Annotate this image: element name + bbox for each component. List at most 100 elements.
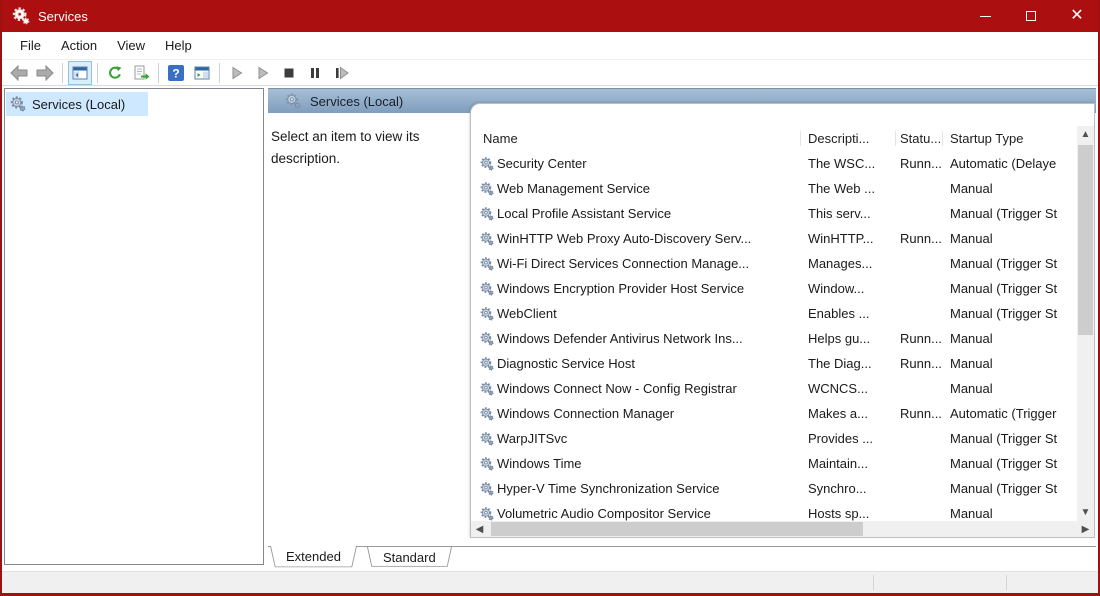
tab-extended[interactable]: Extended [270,546,357,570]
maximize-button[interactable] [1008,0,1054,32]
close-button[interactable]: ✕ [1054,0,1100,32]
service-name: Windows Time [497,456,582,471]
title-bar[interactable]: Services ✕ [0,0,1100,32]
service-gear-icon [480,432,494,446]
stop-service-icon [282,66,296,80]
scroll-right-icon[interactable]: ▶ [1077,521,1094,537]
service-name: Diagnostic Service Host [497,356,635,371]
vertical-scroll-thumb[interactable] [1078,145,1093,335]
service-row[interactable]: Windows Connect Now - Config Registrar W… [471,376,1077,401]
service-row[interactable]: Diagnostic Service Host The Diag... Runn… [471,351,1077,376]
service-row[interactable]: Windows Time Maintain... Manual (Trigger… [471,451,1077,476]
service-row[interactable]: Windows Connection Manager Makes a... Ru… [471,401,1077,426]
view-tabs: Extended Standard [268,546,1096,572]
service-row[interactable]: Web Management Service The Web ... Manua… [471,176,1077,201]
horizontal-scroll-thumb[interactable] [491,522,863,536]
show-console-tree-icon [72,65,88,81]
status-bar-separator [1006,575,1007,590]
close-icon: ✕ [1070,8,1083,24]
services-list-panel: Name Descripti... Statu... Startup Type … [470,103,1095,538]
column-header-name[interactable]: Name [471,131,801,146]
restart-service-button[interactable] [329,61,353,85]
resume-service-button[interactable] [251,61,275,85]
tree-item-services-local[interactable]: Services (Local) [6,92,148,116]
service-startup-type: Manual (Trigger St [943,431,1077,446]
toolbar-separator [219,63,220,83]
service-row[interactable]: Wi-Fi Direct Services Connection Manage.… [471,251,1077,276]
toolbar: ? [2,59,1098,86]
service-row[interactable]: Windows Defender Antivirus Network Ins..… [471,326,1077,351]
svg-text:?: ? [172,66,179,80]
export-list-button[interactable] [129,61,153,85]
forward-button[interactable] [33,61,57,85]
pause-service-icon [308,66,322,80]
service-startup-type: Manual (Trigger St [943,206,1077,221]
help-button[interactable]: ? [164,61,188,85]
service-row[interactable]: WebClient Enables ... Manual (Trigger St [471,301,1077,326]
service-row[interactable]: Windows Encryption Provider Host Service… [471,276,1077,301]
service-startup-type: Manual [943,381,1077,396]
start-service-button[interactable] [225,61,249,85]
menu-action[interactable]: Action [51,34,107,57]
service-description: The WSC... [801,156,896,171]
service-gear-icon [480,207,494,221]
service-gear-icon [480,382,494,396]
services-window: Services ✕ File Action View Help [0,0,1100,596]
resume-service-icon [256,66,270,80]
service-name: WarpJITSvc [497,431,567,446]
service-startup-type: Automatic (Delaye [943,156,1077,171]
service-row[interactable]: Hyper-V Time Synchronization Service Syn… [471,476,1077,501]
service-row[interactable]: Local Profile Assistant Service This ser… [471,201,1077,226]
toolbar-separator [97,63,98,83]
menu-file[interactable]: File [10,34,51,57]
service-gear-icon [480,257,494,271]
pane-header-gear-icon [285,93,301,109]
service-description: Makes a... [801,406,896,421]
service-status: Runn... [896,156,943,171]
horizontal-scrollbar[interactable]: ◀ ▶ [471,521,1094,537]
pause-service-button[interactable] [303,61,327,85]
service-description: Synchro... [801,481,896,496]
service-gear-icon [480,457,494,471]
service-row[interactable]: Security Center The WSC... Runn... Autom… [471,151,1077,176]
back-button[interactable] [7,61,31,85]
scroll-up-icon[interactable]: ▲ [1077,126,1094,143]
service-status: Runn... [896,356,943,371]
service-startup-type: Manual [943,331,1077,346]
forward-icon [36,65,54,81]
service-description: Helps gu... [801,331,896,346]
service-row[interactable]: WarpJITSvc Provides ... Manual (Trigger … [471,426,1077,451]
service-row[interactable]: WinHTTP Web Proxy Auto-Discovery Serv...… [471,226,1077,251]
service-name: Security Center [497,156,587,171]
service-startup-type: Manual (Trigger St [943,306,1077,321]
service-description: The Diag... [801,356,896,371]
column-header-startup-type[interactable]: Startup Type [943,131,1077,146]
service-gear-icon [480,282,494,296]
services-gear-icon [10,96,26,112]
menu-view[interactable]: View [107,34,155,57]
scroll-down-icon[interactable]: ▼ [1077,504,1094,521]
menu-help[interactable]: Help [155,34,202,57]
service-row[interactable]: Volumetric Audio Compositor Service Host… [471,501,1077,521]
scroll-left-icon[interactable]: ◀ [471,521,488,537]
service-startup-type: Manual [943,356,1077,371]
minimize-button[interactable] [962,0,1008,32]
description-placeholder: Select an item to view its description. [271,126,476,170]
service-startup-type: Manual (Trigger St [943,256,1077,271]
refresh-button[interactable] [103,61,127,85]
service-gear-icon [480,157,494,171]
start-service-icon [230,66,244,80]
service-startup-type: Manual [943,506,1077,521]
column-header-status[interactable]: Statu... [896,131,943,146]
pane-header-title: Services (Local) [310,94,403,109]
toolbar-separator [158,63,159,83]
column-header-description[interactable]: Descripti... [801,131,896,146]
show-console-tree-button[interactable] [68,61,92,85]
tab-standard[interactable]: Standard [367,547,452,569]
stop-service-button[interactable] [277,61,301,85]
services-pane: Services (Local) Select an item to view … [268,88,1096,568]
refresh-icon [107,65,123,81]
show-action-pane-button[interactable] [190,61,214,85]
service-gear-icon [480,407,494,421]
vertical-scrollbar[interactable]: ▲ ▼ [1077,126,1094,521]
